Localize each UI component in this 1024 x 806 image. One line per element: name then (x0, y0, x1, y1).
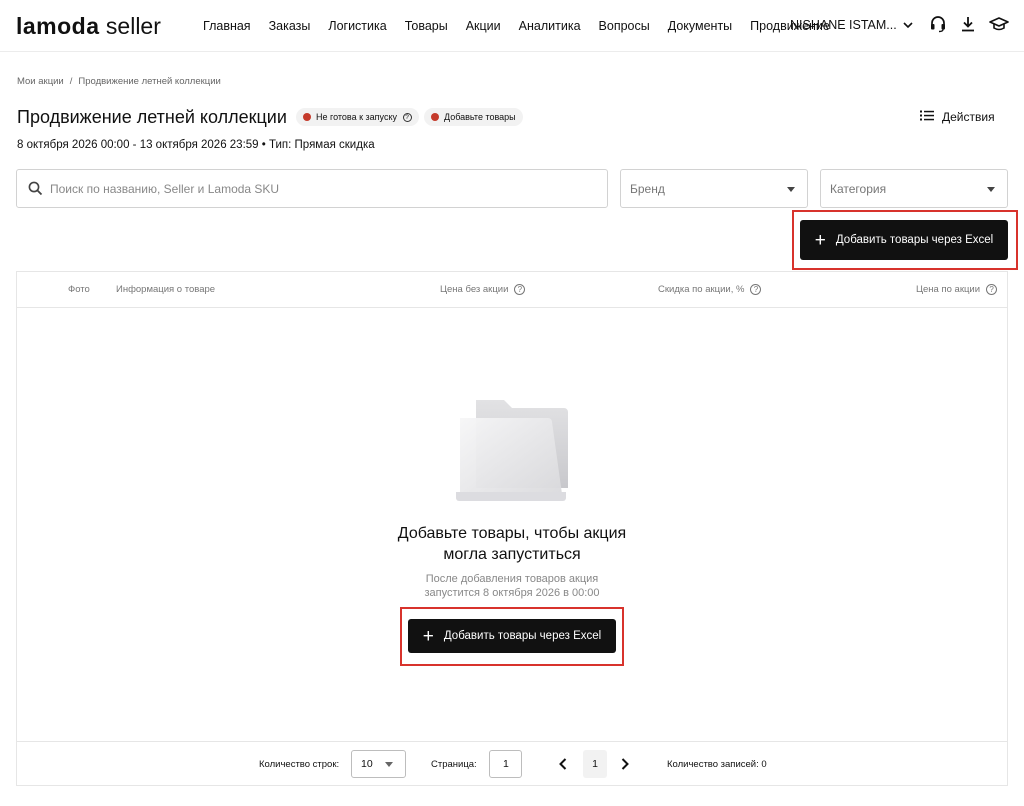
chevron-right-icon[interactable] (615, 754, 635, 774)
plus-icon: + (422, 625, 434, 647)
plus-icon: + (814, 229, 826, 251)
page-title: Продвижение летней коллекции (17, 107, 287, 127)
breadcrumb-my-promotions[interactable]: Мои акции (17, 76, 64, 87)
nav-item-questions[interactable]: Вопросы (599, 17, 650, 35)
top-navigation-bar: lamoda seller Главная Заказы Логистика Т… (0, 0, 1024, 52)
rows-count-label: Количество строк: (259, 759, 340, 770)
search-field (16, 169, 608, 208)
empty-state-title-line2: могла запуститься (443, 546, 581, 563)
add-via-excel-button-center[interactable]: + Добавить товары через Excel (408, 619, 616, 653)
nav-item-analytics[interactable]: Аналитика (519, 17, 581, 35)
status-badge-add-products: Добавьте товары (424, 108, 523, 126)
logo-sub: seller (105, 13, 161, 39)
empty-folder-illustration (454, 396, 570, 506)
user-menu[interactable]: NISHANE ISTAM... (790, 16, 913, 34)
breadcrumb-separator: / (69, 76, 73, 87)
empty-state-sub-line1: После добавления товаров акция (425, 573, 599, 585)
main-nav: Главная Заказы Логистика Товары Акции Ан… (203, 17, 848, 35)
column-info-label: Информация о товаре (116, 284, 216, 295)
list-icon (920, 108, 934, 126)
graduation-cap-icon[interactable] (989, 14, 1009, 34)
category-placeholder: Категория (830, 182, 887, 196)
nav-item-documents[interactable]: Документы (668, 17, 732, 35)
actions-button[interactable]: Действия (920, 108, 995, 126)
lamoda-seller-logo[interactable]: lamoda seller (16, 12, 161, 40)
help-icon[interactable]: ? (986, 284, 998, 295)
status-dot (431, 113, 439, 121)
breadcrumb-current: Продвижение летней коллекции (78, 76, 221, 87)
help-icon[interactable]: ? (514, 284, 526, 295)
nav-item-orders[interactable]: Заказы (269, 17, 311, 35)
empty-state-sub-line2: запустится 8 октября 2026 в 00:00 (424, 587, 600, 599)
breadcrumb: Мои акции / Продвижение летней коллекции (17, 76, 221, 87)
help-icon[interactable]: ? (750, 284, 762, 295)
column-discount: Скидка по акции, %? (658, 284, 762, 295)
table-pagination: Количество строк: 10 Страница: 1 1 Колич… (17, 741, 1007, 786)
caret-down-icon (787, 187, 795, 192)
actions-label: Действия (942, 110, 995, 124)
status-badge-not-ready: Не готова к запуску ? (296, 108, 419, 126)
column-price: Цена без акции? (440, 284, 526, 295)
column-photo: Фото (68, 284, 90, 295)
column-info: Информация о товаре (116, 284, 215, 295)
page-input[interactable]: 1 (489, 750, 522, 778)
promotion-meta: 8 октября 2026 00:00 - 13 октября 2026 2… (17, 139, 375, 151)
page-input-value: 1 (503, 758, 509, 770)
status-dot (303, 113, 311, 121)
add-via-excel-label: Добавить товары через Excel (835, 234, 994, 246)
nav-item-products[interactable]: Товары (405, 17, 448, 35)
download-icon[interactable] (958, 14, 978, 34)
chevron-down-icon (903, 16, 913, 34)
nav-item-logistics[interactable]: Логистика (328, 17, 386, 35)
rows-per-page-value: 10 (361, 758, 373, 770)
column-photo-label: Фото (68, 284, 90, 295)
brand-select[interactable]: Бренд (620, 169, 808, 208)
column-promo-price-label: Цена по акции (916, 284, 981, 295)
logo-brand: lamoda (16, 13, 100, 39)
column-price-label: Цена без акции (440, 284, 509, 295)
nav-item-promotions[interactable]: Акции (466, 17, 501, 35)
nav-item-home[interactable]: Главная (203, 17, 251, 35)
empty-state-subtitle: После добавления товаров акция запуститс… (0, 572, 1024, 600)
chevron-left-icon[interactable] (553, 754, 573, 774)
empty-state-title-line1: Добавьте товары, чтобы акция (397, 525, 627, 542)
brand-placeholder: Бренд (630, 182, 665, 196)
records-count: Количество записей: 0 (667, 759, 767, 770)
category-select[interactable]: Категория (820, 169, 1008, 208)
add-via-excel-button-top[interactable]: + Добавить товары через Excel (800, 220, 1008, 260)
column-promo-price: Цена по акции? (916, 284, 998, 295)
current-page-indicator[interactable]: 1 (583, 750, 607, 778)
caret-down-icon (385, 762, 393, 767)
empty-state-title: Добавьте товары, чтобы акция могла запус… (0, 523, 1024, 565)
help-icon[interactable]: ? (402, 113, 412, 122)
rows-per-page-select[interactable]: 10 (351, 750, 406, 778)
caret-down-icon (987, 187, 995, 192)
status-not-ready-label: Не готова к запуску (316, 112, 397, 122)
status-add-label: Добавьте товары (444, 112, 516, 122)
add-via-excel-label: Добавить товары через Excel (443, 630, 602, 642)
search-input[interactable] (50, 179, 590, 199)
page-label: Страница: (431, 759, 477, 770)
headset-icon[interactable] (928, 14, 948, 34)
table-header: Фото Информация о товаре Цена без акции?… (17, 272, 1007, 308)
column-discount-label: Скидка по акции, % (658, 284, 745, 295)
search-icon (28, 181, 43, 201)
user-name: NISHANE ISTAM... (790, 18, 897, 32)
folder-icon (456, 400, 568, 501)
